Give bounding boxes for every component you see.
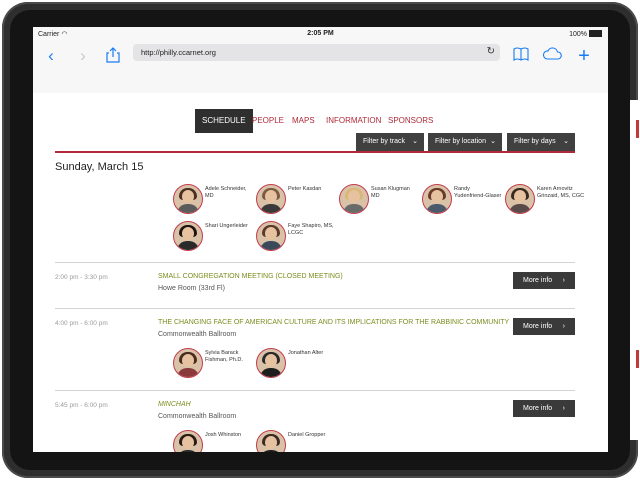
- speaker-name: Randy Yudenfriend-Glaser: [454, 186, 502, 199]
- more-info-button[interactable]: More info ›: [513, 272, 575, 289]
- chevron-down-icon: ⌄: [412, 138, 418, 145]
- chevron-down-icon: ⌄: [490, 138, 496, 145]
- chevron-right-icon: ›: [562, 277, 565, 284]
- avatar: [256, 430, 286, 452]
- speaker-name: Karen Arnovitz Grinzaid, MS, CGC: [537, 186, 585, 199]
- avatar: [173, 430, 203, 452]
- speaker-card[interactable]: Peter Kasdan: [256, 184, 336, 214]
- tab-sponsors[interactable]: SPONSORS: [388, 109, 433, 133]
- filter-track-dropdown[interactable]: Filter by track ⌄: [356, 133, 424, 151]
- filter-location-dropdown[interactable]: Filter by location ⌄: [428, 133, 502, 151]
- speaker-card[interactable]: Faye Shapiro, MS, LCGC: [256, 221, 336, 251]
- filter-days-dropdown[interactable]: Filter by days ⌄: [507, 133, 575, 151]
- avatar: [339, 184, 369, 214]
- avatar: [173, 221, 203, 251]
- day-heading: Sunday, March 15: [55, 161, 144, 173]
- avatar: [256, 184, 286, 214]
- speaker-card[interactable]: Sylvia Barack Fishman, Ph.D.: [173, 348, 253, 378]
- tab-maps[interactable]: MAPS: [292, 109, 315, 133]
- speaker-name: Faye Shapiro, MS, LCGC: [288, 223, 334, 236]
- speaker-card[interactable]: Daniel Gropper: [256, 430, 336, 452]
- battery-status: 100%: [569, 30, 602, 38]
- session-title[interactable]: THE CHANGING FACE OF AMERICAN CULTURE AN…: [158, 319, 509, 326]
- speaker-name: Shari Ungerleider: [205, 223, 248, 229]
- more-info-button[interactable]: More info ›: [513, 400, 575, 417]
- cloud-tabs-icon[interactable]: [542, 47, 562, 65]
- url-text: http://philly.ccarnet.org: [141, 48, 216, 57]
- schedule-page: SCHEDULE PEOPLE MAPS INFORMATION SPONSOR…: [33, 93, 608, 452]
- speaker-card[interactable]: Josh Whinston: [173, 430, 253, 452]
- header-divider: [55, 151, 575, 153]
- speaker-name: Peter Kasdan: [288, 186, 322, 192]
- session-time: 4:00 pm - 6:00 pm: [55, 320, 108, 327]
- reload-icon[interactable]: ↻: [487, 46, 495, 57]
- chevron-right-icon: ›: [562, 323, 565, 330]
- clock: 2:05 PM: [307, 30, 334, 37]
- speaker-card[interactable]: Randy Yudenfriend-Glaser: [422, 184, 502, 214]
- session-location: Commonwealth Ballroom: [158, 413, 237, 420]
- bookmarks-icon[interactable]: [513, 47, 529, 65]
- status-bar: Carrier ◠ 2:05 PM 100%: [33, 27, 608, 41]
- avatar: [505, 184, 535, 214]
- speaker-card[interactable]: Karen Arnovitz Grinzaid, MS, CGC: [505, 184, 585, 214]
- more-info-button[interactable]: More info ›: [513, 318, 575, 335]
- background-page-edge: [630, 100, 640, 440]
- session-location: Howe Room (33rd Fl): [158, 285, 225, 292]
- speaker-card[interactable]: Shari Ungerleider: [173, 221, 253, 251]
- session-title[interactable]: MINCHAH: [158, 401, 191, 408]
- edge-mark: [636, 120, 639, 138]
- session-divider: [55, 308, 575, 309]
- tablet-screen: Carrier ◠ 2:05 PM 100% ‹ › http://philly…: [33, 27, 608, 452]
- tab-people[interactable]: PEOPLE: [252, 109, 284, 133]
- session-title[interactable]: SMALL CONGREGATION MEETING (CLOSED MEETI…: [158, 273, 343, 280]
- session-divider: [55, 262, 575, 263]
- speaker-card[interactable]: Susan Klugman MD: [339, 184, 419, 214]
- speaker-name: Daniel Gropper: [288, 432, 326, 438]
- speaker-name: Adele Schneider, MD: [205, 186, 247, 199]
- chevron-right-icon: ›: [562, 405, 565, 412]
- chevron-down-icon: ⌄: [563, 138, 569, 145]
- tab-schedule[interactable]: SCHEDULE: [195, 109, 253, 133]
- battery-icon: [589, 30, 602, 37]
- session-divider: [55, 390, 575, 391]
- new-tab-icon[interactable]: +: [576, 46, 592, 66]
- browser-toolbar: ‹ › http://philly.ccarnet.org ↻ +: [33, 41, 608, 94]
- speaker-name: Susan Klugman MD: [371, 186, 410, 199]
- speaker-card[interactable]: Adele Schneider, MD: [173, 184, 253, 214]
- back-icon[interactable]: ‹: [43, 47, 59, 65]
- session-time: 2:00 pm - 3:30 pm: [55, 274, 108, 281]
- address-bar[interactable]: http://philly.ccarnet.org ↻: [133, 44, 500, 61]
- forward-icon[interactable]: ›: [75, 47, 91, 65]
- speaker-name: Jonathan Alter: [288, 350, 324, 356]
- avatar: [256, 348, 286, 378]
- speaker-name: Josh Whinston: [205, 432, 242, 438]
- avatar: [173, 184, 203, 214]
- share-icon[interactable]: [105, 47, 121, 65]
- speaker-name: Sylvia Barack Fishman, Ph.D.: [205, 350, 243, 363]
- session-location: Commonwealth Ballroom: [158, 331, 237, 338]
- avatar: [422, 184, 452, 214]
- tab-information[interactable]: INFORMATION: [326, 109, 381, 133]
- session-time: 5:45 pm - 6:00 pm: [55, 402, 108, 409]
- avatar: [173, 348, 203, 378]
- speaker-card[interactable]: Jonathan Alter: [256, 348, 336, 378]
- avatar: [256, 221, 286, 251]
- edge-mark: [636, 350, 639, 368]
